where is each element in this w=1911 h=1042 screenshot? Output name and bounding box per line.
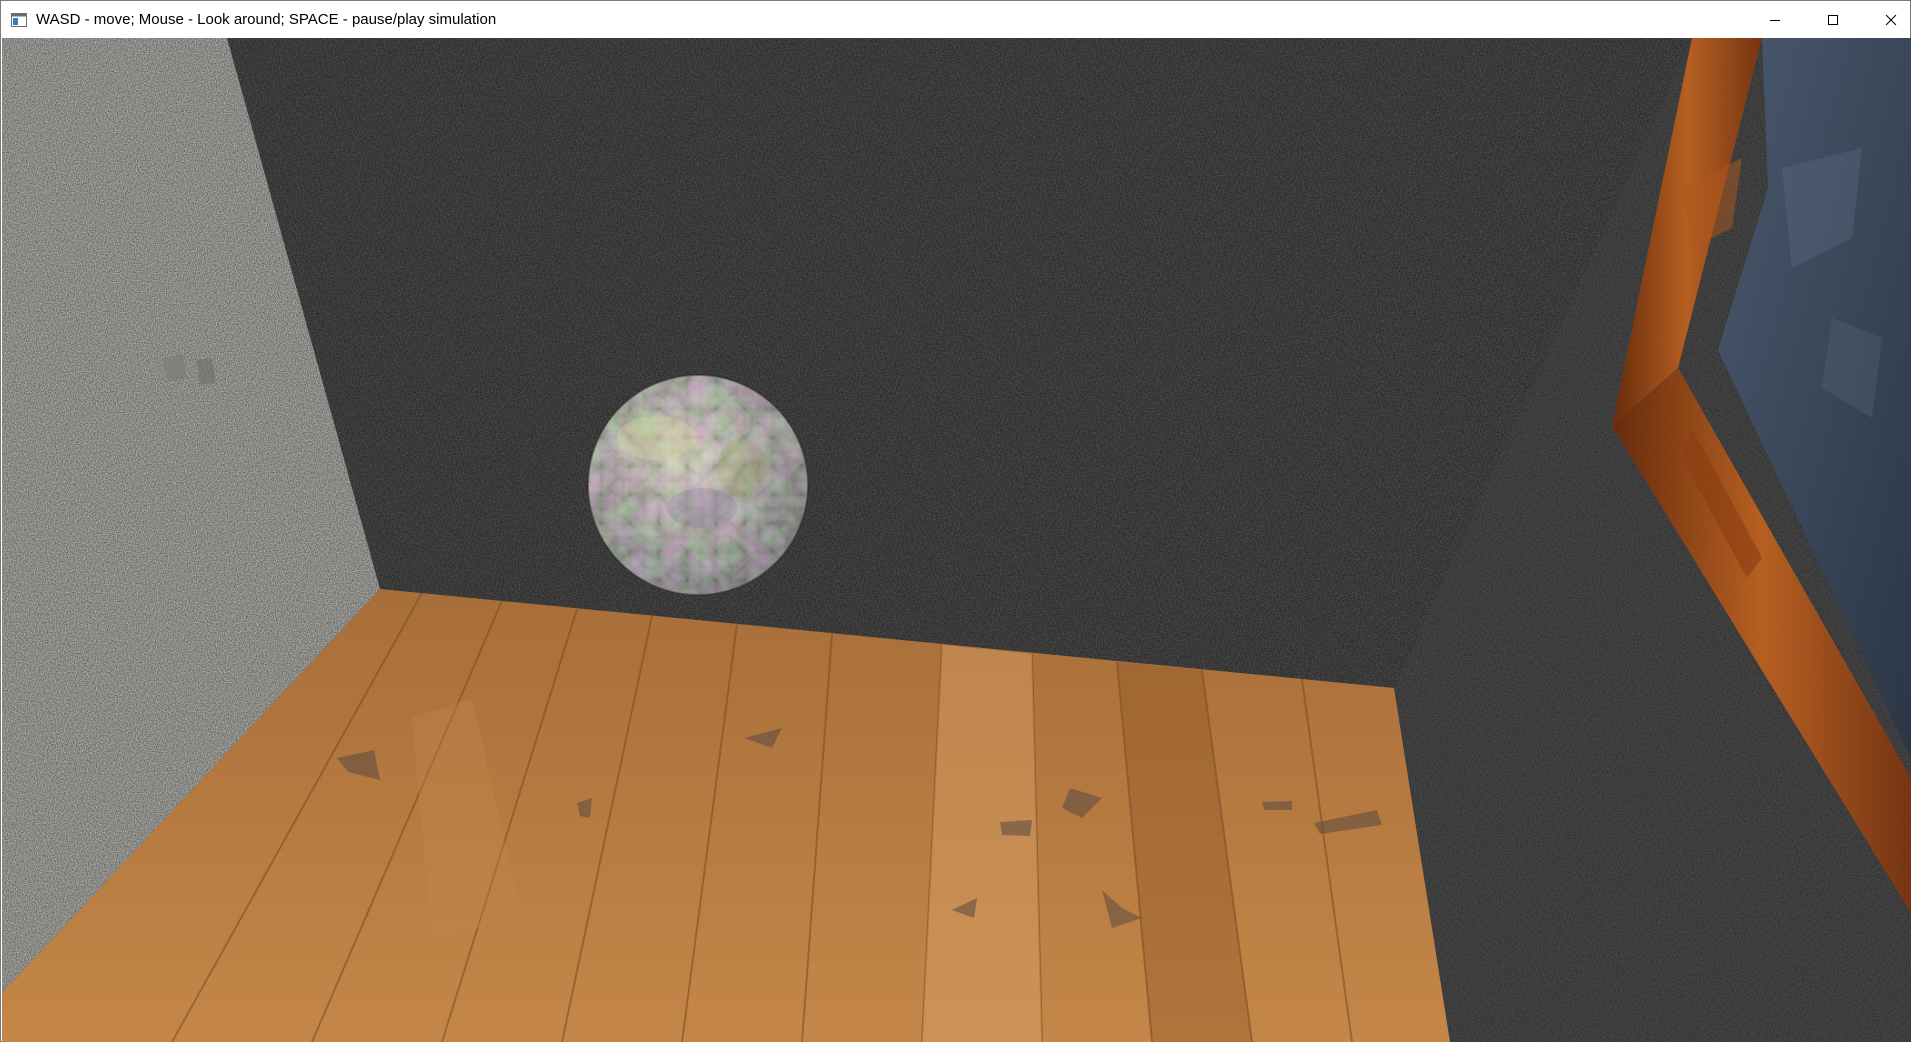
- close-icon: [1885, 14, 1897, 25]
- title-bar[interactable]: WASD - move; Mouse - Look around; SPACE …: [1, 1, 1910, 38]
- close-button[interactable]: [1862, 1, 1911, 38]
- maximize-icon: [1828, 14, 1838, 25]
- minimize-icon: [1770, 19, 1780, 21]
- maximize-button[interactable]: [1804, 1, 1862, 38]
- minimize-button[interactable]: [1746, 1, 1804, 38]
- 3d-viewport[interactable]: [2, 38, 1911, 1042]
- app-icon: [11, 13, 27, 27]
- marbled-sphere: [587, 374, 809, 596]
- window-title: WASD - move; Mouse - Look around; SPACE …: [36, 11, 497, 28]
- scene-render: [2, 38, 1911, 1042]
- app-window: WASD - move; Mouse - Look around; SPACE …: [0, 0, 1911, 1042]
